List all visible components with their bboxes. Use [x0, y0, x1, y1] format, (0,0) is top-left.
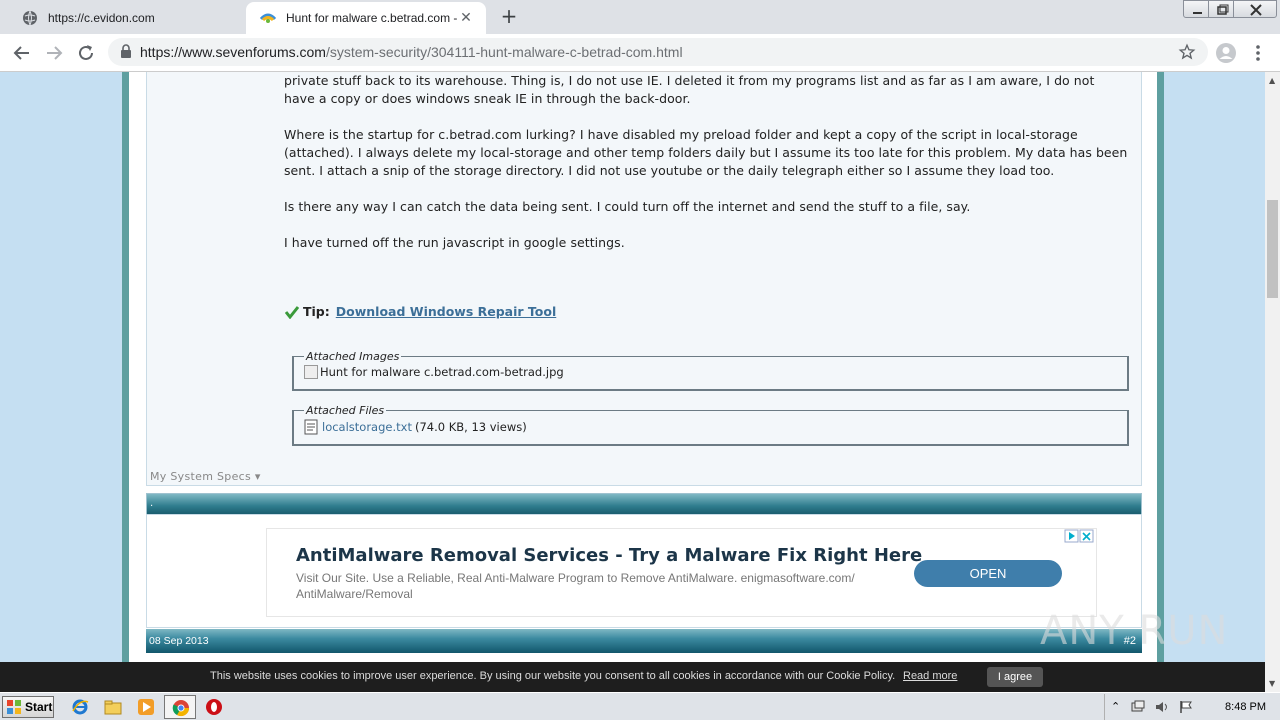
- globe-icon: [23, 10, 37, 26]
- scrollbar-thumb[interactable]: [1267, 200, 1278, 298]
- media-player-icon[interactable]: [137, 698, 155, 716]
- cookie-agree-button[interactable]: I agree: [987, 667, 1043, 687]
- network-flag-icon[interactable]: [1179, 700, 1193, 714]
- windows-logo-icon: [7, 700, 21, 714]
- tab-title: Hunt for malware c.betrad.com - Wi: [286, 11, 458, 25]
- attached-images-box: Attached Images Hunt for malware c.betra…: [292, 350, 1129, 391]
- post-date: 08 Sep 2013: [149, 635, 209, 647]
- account-icon: [1216, 43, 1236, 63]
- attached-file: localstorage.txt (74.0 KB, 13 views): [304, 419, 1117, 435]
- tab-title: https://c.evidon.com: [48, 11, 155, 25]
- system-specs-label: My System Specs: [150, 470, 252, 483]
- tip-line: Tip: Download Windows Repair Tool: [285, 304, 556, 319]
- advertisement[interactable]: AntiMalware Removal Services - Try a Mal…: [266, 528, 1097, 617]
- chrome-icon: [172, 700, 190, 717]
- back-button[interactable]: [10, 41, 34, 65]
- attached-files-box: Attached Files localstorage.txt (74.0 KB…: [292, 404, 1129, 446]
- tab-sevenforums[interactable]: Hunt for malware c.betrad.com - Wi ✕: [246, 2, 486, 34]
- cookie-read-more-link[interactable]: Read more: [903, 670, 957, 682]
- windows-taskbar: Start ⌃ 8:48 PM: [0, 692, 1280, 720]
- window-close-button[interactable]: [1233, 0, 1277, 18]
- download-repair-tool-link[interactable]: Download Windows Repair Tool: [336, 304, 556, 319]
- browser-menu-button[interactable]: [1248, 41, 1268, 65]
- ad-description: Visit Our Site. Use a Reliable, Real Ant…: [296, 571, 855, 601]
- anyrun-watermark: ANY RUN: [1040, 608, 1229, 654]
- system-specs-toggle[interactable]: My System Specs ▾: [150, 470, 261, 483]
- volume-icon[interactable]: [1155, 700, 1169, 714]
- system-tray: ⌃ 8:48 PM: [1104, 694, 1280, 720]
- header-dot: .: [150, 498, 154, 509]
- chevron-down-icon: ▾: [254, 470, 261, 483]
- attached-images-legend: Attached Images: [306, 350, 400, 363]
- tab-close-icon[interactable]: ✕: [458, 10, 474, 26]
- window-minimize-button[interactable]: [1183, 0, 1209, 18]
- tab-evidon[interactable]: https://c.evidon.com: [8, 2, 246, 34]
- sevenforums-favicon: [260, 13, 276, 23]
- lock-icon: [121, 44, 131, 58]
- reply-header-bar: .: [146, 493, 1142, 515]
- text-file-icon: [304, 419, 318, 435]
- reload-icon: [79, 45, 93, 60]
- address-bar[interactable]: https://www.sevenforums.com/system-secur…: [108, 38, 1208, 66]
- page-scrollbar[interactable]: ▲ ▼: [1265, 72, 1280, 692]
- page-viewport: private stuff back to its warehouse. Thi…: [0, 72, 1265, 662]
- opera-icon[interactable]: [205, 698, 223, 716]
- reload-button[interactable]: [74, 41, 98, 65]
- url-path: /system-security/304111-hunt-malware-c-b…: [325, 44, 683, 60]
- attached-file-meta: (74.0 KB, 13 views): [414, 420, 527, 434]
- checkmark-icon: [285, 305, 299, 319]
- url-text[interactable]: https://www.sevenforums.com/system-secur…: [140, 44, 683, 60]
- file-explorer-icon[interactable]: [104, 698, 122, 716]
- post-paragraph: Is there any way I can catch the data be…: [284, 199, 971, 214]
- post-paragraph: Where is the startup for c.betrad.com lu…: [284, 127, 1128, 178]
- post-date-bar: 08 Sep 2013 #2: [146, 629, 1142, 653]
- forum-page-frame: private stuff back to its warehouse. Thi…: [122, 72, 1164, 662]
- taskbar-clock[interactable]: 8:48 PM: [1225, 701, 1266, 713]
- browser-tab-strip: https://c.evidon.com Hunt for malware c.…: [0, 0, 1280, 34]
- window-restore-button[interactable]: [1208, 0, 1234, 18]
- post-paragraph: I have turned off the run javascript in …: [284, 235, 625, 250]
- cookie-banner: This website uses cookies to improve use…: [0, 662, 1265, 692]
- attached-image-alt: Hunt for malware c.betrad.com-betrad.jpg: [320, 365, 564, 379]
- tray-expand-icon[interactable]: ⌃: [1111, 700, 1125, 714]
- new-tab-button[interactable]: +: [498, 6, 520, 28]
- scroll-down-icon[interactable]: ▼: [1269, 679, 1275, 688]
- start-button[interactable]: Start: [2, 696, 54, 718]
- post-paragraph: private stuff back to its warehouse. Thi…: [284, 73, 1095, 106]
- forum-content: private stuff back to its warehouse. Thi…: [129, 72, 1157, 662]
- internet-explorer-icon[interactable]: [71, 698, 89, 716]
- attached-image[interactable]: Hunt for malware c.betrad.com-betrad.jpg: [304, 365, 1117, 379]
- ad-headline[interactable]: AntiMalware Removal Services - Try a Mal…: [296, 545, 922, 566]
- url-host: https://www.sevenforums.com: [140, 44, 326, 60]
- tip-label: Tip:: [303, 304, 330, 319]
- chrome-taskbar-button[interactable]: [164, 695, 196, 719]
- start-label: Start: [25, 700, 53, 714]
- attached-files-legend: Attached Files: [306, 404, 385, 417]
- adchoices-icon[interactable]: [1064, 529, 1094, 543]
- scroll-up-icon[interactable]: ▲: [1269, 76, 1275, 85]
- arrow-left-icon: [13, 46, 29, 60]
- broken-image-icon: [304, 365, 318, 379]
- ad-open-button[interactable]: OPEN: [914, 560, 1062, 587]
- browser-toolbar: https://www.sevenforums.com/system-secur…: [0, 34, 1280, 72]
- arrow-right-icon: [47, 46, 63, 60]
- localstorage-file-link[interactable]: localstorage.txt: [322, 420, 412, 434]
- forum-post: private stuff back to its warehouse. Thi…: [146, 72, 1142, 486]
- profile-avatar-button[interactable]: [1214, 41, 1238, 65]
- cookie-text: This website uses cookies to improve use…: [210, 670, 896, 682]
- action-center-icon[interactable]: [1131, 700, 1145, 714]
- bookmark-star-icon[interactable]: [1178, 43, 1196, 61]
- post-body: private stuff back to its warehouse. Thi…: [284, 72, 1129, 270]
- forward-button[interactable]: [42, 41, 66, 65]
- more-vert-icon: [1256, 45, 1260, 61]
